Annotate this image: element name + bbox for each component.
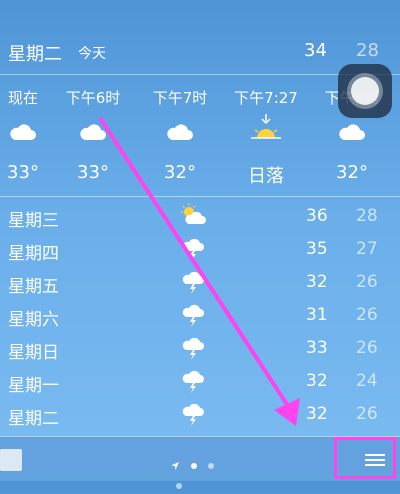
daily-row: 星期三 36 28 (0, 200, 400, 234)
daily-row: 星期六 31 26 (0, 299, 400, 333)
page-indicator[interactable] (170, 455, 230, 489)
daily-low: 28 (356, 206, 378, 226)
today-low: 28 (356, 40, 379, 61)
hourly-time: 下午6时 (65, 89, 121, 107)
daily-high: 32 (306, 404, 328, 424)
cloud-icon (135, 120, 225, 144)
today-day: 星期二 (8, 44, 62, 65)
daily-day: 星期一 (8, 376, 59, 396)
daily-low: 26 (356, 338, 378, 358)
weather-channel-logo[interactable] (0, 449, 22, 471)
daily-high: 32 (306, 272, 328, 292)
today-high: 34 (304, 40, 327, 61)
thunderstorm-icon (178, 235, 208, 261)
daily-row: 星期五 32 26 (0, 266, 400, 300)
daily-day: 星期四 (8, 244, 59, 264)
cloud-icon (307, 120, 397, 144)
daily-high: 32 (306, 371, 328, 391)
daily-low: 26 (356, 305, 378, 325)
today-row: 星期二 今天 34 28 (0, 28, 400, 72)
daily-row: 星期四 35 27 (0, 233, 400, 267)
cloud-icon (48, 120, 138, 144)
daily-high: 35 (306, 239, 328, 259)
daily-day: 星期三 (8, 211, 59, 231)
page-dot-active (191, 462, 198, 469)
daily-low: 26 (356, 272, 378, 292)
hourly-time: 下午7时 (152, 89, 208, 107)
hourly-temp: 33° (77, 162, 109, 183)
thunderstorm-icon (178, 268, 208, 294)
daily-high: 31 (306, 305, 328, 325)
assistive-touch-button[interactable] (338, 64, 392, 118)
daily-high: 36 (306, 206, 328, 226)
hourly-temp: 32° (164, 162, 196, 183)
assistive-touch-dot (351, 77, 379, 105)
thunderstorm-icon (178, 400, 208, 426)
city-list-button[interactable] (334, 437, 396, 479)
thunderstorm-icon (178, 301, 208, 327)
list-icon (365, 454, 385, 469)
daily-high: 33 (306, 338, 328, 358)
daily-day: 星期六 (8, 310, 59, 330)
hourly-temp: 日落 (248, 166, 284, 187)
daily-row: 星期一 32 24 (0, 365, 400, 399)
thunderstorm-icon (178, 334, 208, 360)
today-label: 今天 (78, 46, 106, 62)
page-dot (176, 482, 182, 489)
location-arrow-icon (170, 456, 180, 475)
partly-cloudy-icon (178, 202, 208, 228)
daily-day: 星期日 (8, 343, 59, 363)
hourly-time: 下午7:27 (234, 89, 298, 107)
sunset-icon (221, 112, 311, 139)
divider (0, 196, 400, 197)
daily-row: 星期日 33 26 (0, 332, 400, 366)
daily-day: 星期五 (8, 277, 59, 297)
page-dot (208, 462, 215, 469)
daily-row: 星期二 32 26 (0, 398, 400, 432)
daily-day: 星期二 (8, 409, 59, 429)
daily-low: 26 (356, 404, 378, 424)
thunderstorm-icon (178, 367, 208, 393)
daily-low: 24 (356, 371, 378, 391)
bottom-toolbar (0, 436, 400, 489)
hourly-temp: 32° (336, 162, 368, 183)
daily-low: 27 (356, 239, 378, 259)
